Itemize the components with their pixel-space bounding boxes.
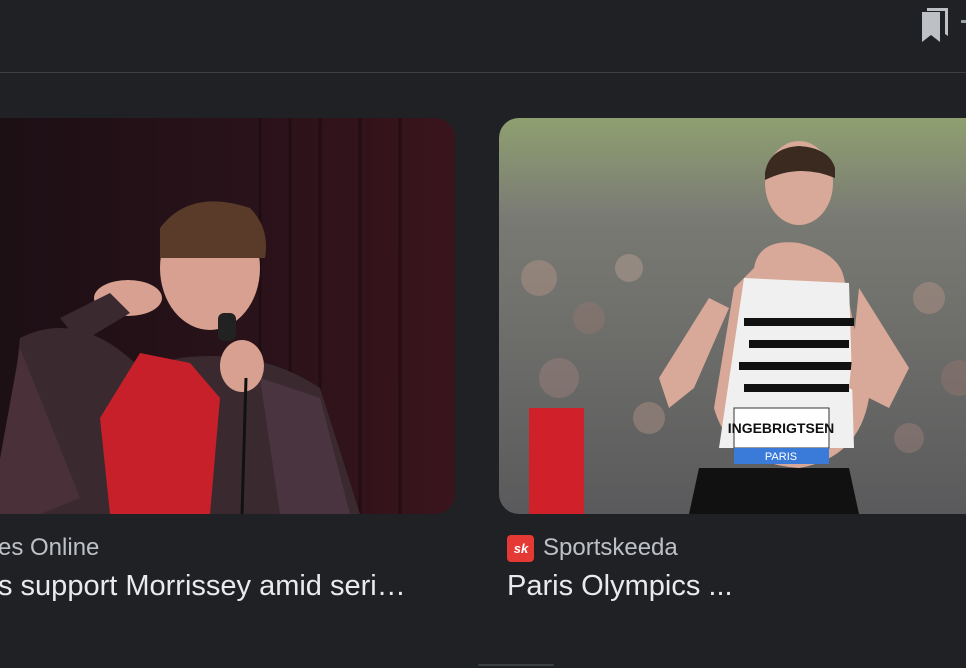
news-card-image[interactable]: INGEBRIGTSEN PARIS (499, 118, 966, 514)
news-card[interactable]: INGEBRIGTSEN PARIS sk Sportskeeda Paris … (499, 118, 966, 618)
news-source[interactable]: es Online (0, 534, 99, 562)
bib-sub-text: PARIS (765, 451, 797, 463)
news-source[interactable]: sk Sportskeeda (507, 534, 678, 562)
photo-singer-icon (0, 118, 455, 514)
bottom-divider (0, 664, 966, 668)
sportskeeda-logo-icon: sk (507, 534, 534, 562)
news-headline[interactable]: s support Morrissey amid seri… (0, 570, 458, 603)
top-toolbar (0, 0, 966, 73)
news-source-name: es Online (0, 534, 100, 561)
news-card[interactable]: es Online s support Morrissey amid seri… (0, 118, 455, 618)
bib-text: INGEBRIGTSEN (728, 420, 835, 436)
news-card-image[interactable] (0, 118, 455, 514)
bookmark-stack-icon (922, 8, 948, 42)
svg-text:sk: sk (513, 541, 528, 556)
news-headline[interactable]: Paris Olympics ... (507, 570, 927, 603)
bookmark-button[interactable] (912, 2, 956, 46)
news-source-name: Sportskeeda (543, 534, 678, 561)
overflow-edge (961, 20, 966, 23)
photo-runner-icon: INGEBRIGTSEN PARIS (499, 118, 966, 514)
